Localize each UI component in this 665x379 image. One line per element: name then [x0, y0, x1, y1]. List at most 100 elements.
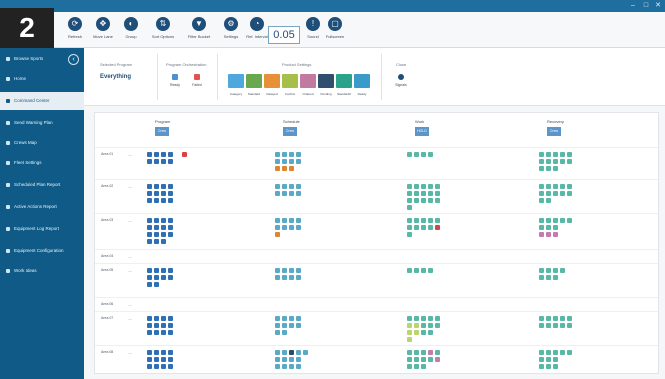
work-item-tile[interactable]: [553, 275, 558, 280]
work-item-tile[interactable]: [539, 357, 544, 362]
work-item-tile[interactable]: [539, 159, 544, 164]
work-item-tile[interactable]: [428, 323, 433, 328]
work-item-tile[interactable]: [275, 152, 280, 157]
work-item-tile[interactable]: [147, 350, 152, 355]
work-item-tile[interactable]: [567, 350, 572, 355]
work-item-tile[interactable]: [421, 191, 426, 196]
work-item-tile[interactable]: [435, 357, 440, 362]
toolbar-button[interactable]: ▼ Filter Bucket: [182, 15, 216, 45]
work-item-tile[interactable]: [560, 191, 565, 196]
work-item-tile[interactable]: [421, 316, 426, 321]
work-item-tile[interactable]: [154, 330, 159, 335]
work-item-tile[interactable]: [289, 225, 294, 230]
minimize-icon[interactable]: –: [628, 1, 638, 10]
status-option[interactable]: Ready: [164, 74, 186, 87]
work-item-tile[interactable]: [296, 350, 301, 355]
work-item-tile[interactable]: [282, 218, 287, 223]
work-item-tile[interactable]: [296, 275, 301, 280]
work-item-tile[interactable]: [147, 152, 152, 157]
work-item-tile[interactable]: [414, 184, 419, 189]
work-item-tile[interactable]: [296, 364, 301, 369]
column-pill[interactable]: HOLD: [415, 127, 429, 136]
toolbar-button[interactable]: ◔ Ref. Interval: [240, 15, 274, 45]
work-item-tile[interactable]: [161, 225, 166, 230]
sidebar-item[interactable]: Browse Sports: [0, 50, 84, 68]
toolbar-button[interactable]: ▢ Fullscreen: [318, 15, 352, 45]
work-item-tile[interactable]: [154, 364, 159, 369]
work-item-tile[interactable]: [421, 198, 426, 203]
work-item-tile[interactable]: [168, 198, 173, 203]
work-item-tile[interactable]: [296, 268, 301, 273]
work-item-tile[interactable]: [539, 275, 544, 280]
work-item-tile[interactable]: [289, 152, 294, 157]
work-item-tile[interactable]: [421, 350, 426, 355]
column-pill[interactable]: Crew: [283, 127, 297, 136]
color-swatch[interactable]: [300, 74, 316, 88]
work-item-tile[interactable]: [296, 225, 301, 230]
work-item-tile[interactable]: [154, 232, 159, 237]
work-item-tile[interactable]: [553, 218, 558, 223]
work-item-tile[interactable]: [161, 364, 166, 369]
work-item-tile[interactable]: [414, 364, 419, 369]
work-item-tile[interactable]: [539, 166, 544, 171]
work-item-tile[interactable]: [147, 218, 152, 223]
work-item-tile[interactable]: [168, 191, 173, 196]
work-item-tile[interactable]: [161, 159, 166, 164]
sidebar-item[interactable]: Active Actions Report: [0, 198, 84, 216]
work-item-tile[interactable]: [147, 184, 152, 189]
work-item-tile[interactable]: [182, 152, 187, 157]
work-item-tile[interactable]: [539, 184, 544, 189]
work-item-tile[interactable]: [560, 350, 565, 355]
work-item-tile[interactable]: [407, 152, 412, 157]
work-item-tile[interactable]: [275, 232, 280, 237]
work-item-tile[interactable]: [414, 198, 419, 203]
status-option[interactable]: Failed: [186, 74, 208, 87]
work-item-tile[interactable]: [546, 316, 551, 321]
work-item-tile[interactable]: [282, 323, 287, 328]
work-item-tile[interactable]: [296, 218, 301, 223]
work-item-tile[interactable]: [546, 232, 551, 237]
work-item-tile[interactable]: [567, 218, 572, 223]
work-item-tile[interactable]: [168, 357, 173, 362]
color-swatch[interactable]: [228, 74, 244, 88]
work-item-tile[interactable]: [546, 275, 551, 280]
work-item-tile[interactable]: [560, 323, 565, 328]
work-item-tile[interactable]: [147, 191, 152, 196]
work-item-tile[interactable]: [275, 323, 280, 328]
work-item-tile[interactable]: [421, 218, 426, 223]
work-item-tile[interactable]: [407, 364, 412, 369]
color-swatch[interactable]: [354, 74, 370, 88]
work-item-tile[interactable]: [275, 316, 280, 321]
work-item-tile[interactable]: [282, 184, 287, 189]
work-item-tile[interactable]: [553, 159, 558, 164]
work-item-tile[interactable]: [414, 323, 419, 328]
work-item-tile[interactable]: [421, 268, 426, 273]
work-item-tile[interactable]: [546, 191, 551, 196]
sidebar-item[interactable]: Command Center: [0, 92, 84, 110]
work-item-tile[interactable]: [161, 330, 166, 335]
work-item-tile[interactable]: [421, 364, 426, 369]
sidebar-item[interactable]: Fleet Settings: [0, 154, 84, 172]
work-item-tile[interactable]: [539, 316, 544, 321]
work-item-tile[interactable]: [546, 323, 551, 328]
work-item-tile[interactable]: [567, 159, 572, 164]
color-swatch[interactable]: [318, 74, 334, 88]
work-item-tile[interactable]: [553, 357, 558, 362]
work-item-tile[interactable]: [407, 198, 412, 203]
work-item-tile[interactable]: [539, 152, 544, 157]
work-item-tile[interactable]: [421, 184, 426, 189]
work-item-tile[interactable]: [407, 316, 412, 321]
work-item-tile[interactable]: [147, 232, 152, 237]
work-item-tile[interactable]: [546, 184, 551, 189]
work-item-tile[interactable]: [303, 350, 308, 355]
work-item-tile[interactable]: [560, 184, 565, 189]
work-item-tile[interactable]: [168, 316, 173, 321]
work-item-tile[interactable]: [282, 166, 287, 171]
row-expand-icon[interactable]: —: [128, 254, 132, 259]
work-item-tile[interactable]: [289, 166, 294, 171]
work-item-tile[interactable]: [553, 166, 558, 171]
work-item-tile[interactable]: [414, 268, 419, 273]
work-item-tile[interactable]: [553, 184, 558, 189]
work-item-tile[interactable]: [275, 191, 280, 196]
work-item-tile[interactable]: [161, 350, 166, 355]
